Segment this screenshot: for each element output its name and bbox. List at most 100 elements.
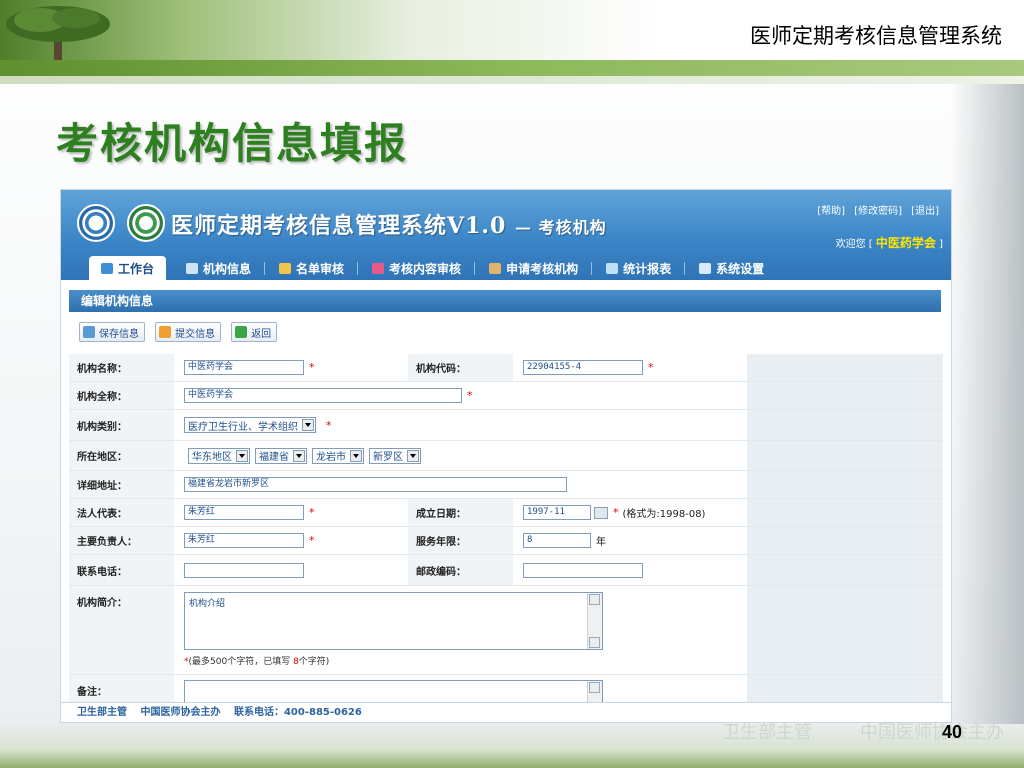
category-label: 机构类别：: [69, 410, 174, 440]
welcome-user: 中医药学会: [875, 236, 936, 250]
submit-button[interactable]: 提交信息: [155, 322, 222, 342]
app-subtitle: — 考核机构: [515, 218, 607, 237]
address-input[interactable]: 福建省龙岩市新罗区: [184, 477, 567, 492]
address-cell: 福建省龙岩市新罗区: [174, 471, 747, 498]
top-links: [帮助] [修改密码] [退出]: [811, 202, 939, 217]
submit-icon: [159, 326, 172, 338]
intro-label: 机构简介：: [69, 586, 174, 674]
calendar-icon[interactable]: [594, 506, 608, 519]
scroll-down-icon[interactable]: [589, 637, 600, 648]
statistics-icon: [606, 262, 619, 274]
required-mark: *: [613, 506, 619, 519]
principal-input[interactable]: 朱芳红: [184, 533, 304, 548]
org-code-input[interactable]: 22904155-4: [523, 360, 643, 375]
legal-rep-input[interactable]: 朱芳红: [184, 505, 304, 520]
side-panel: [747, 471, 943, 498]
app-screenshot: 医师定期考核信息管理系统V1.0 — 考核机构 [帮助] [修改密码] [退出]…: [60, 189, 952, 723]
scroll-up-icon[interactable]: [589, 594, 600, 605]
form-row: 主要负责人： 朱芳红 * 服务年限： 8 年: [69, 527, 943, 555]
form-row: 法人代表： 朱芳红 * 成立日期： 1997-11 * (格式为:1998-08…: [69, 499, 943, 527]
required-mark: *: [309, 534, 315, 547]
org-name-input[interactable]: 中医药学会: [184, 360, 304, 375]
form-row: 机构简介： 机构介绍 *(最多500个字符，已填写 8个字符): [69, 586, 943, 675]
help-link[interactable]: [帮助]: [817, 206, 845, 217]
footer-phone: 联系电话：400-885-0626: [233, 707, 362, 718]
dropdown-arrow-icon: [302, 419, 314, 431]
slide-system-title: 医师定期考核信息管理系统: [750, 24, 1002, 48]
region-label: 所在地区：: [69, 441, 174, 470]
welcome-suffix: ]: [939, 239, 943, 250]
dropdown-arrow-icon: [407, 449, 419, 462]
principal-label: 主要负责人：: [69, 527, 174, 554]
region-area-value: 华东地区: [192, 452, 232, 463]
dropdown-arrow-icon: [293, 449, 305, 462]
region-city-select[interactable]: 龙岩市: [312, 447, 364, 464]
side-panel: [747, 382, 943, 409]
tab-label: 机构信息: [203, 261, 252, 276]
org-name-cell: 中医药学会 *: [174, 354, 408, 381]
change-password-link[interactable]: [修改密码]: [854, 206, 902, 217]
intro-cell: 机构介绍 *(最多500个字符，已填写 8个字符): [174, 586, 747, 674]
region-province-select[interactable]: 福建省: [255, 447, 307, 464]
tab-statistics[interactable]: 统计报表: [592, 256, 686, 280]
tab-list-review[interactable]: 名单审核: [265, 256, 359, 280]
side-panel: [747, 499, 943, 526]
region-city-value: 龙岩市: [316, 452, 346, 463]
founded-label: 成立日期：: [408, 499, 513, 526]
phone-input[interactable]: [184, 562, 304, 578]
org-name-label: 机构名称：: [69, 354, 174, 381]
form-row: 联系电话： 邮政编码：: [69, 555, 943, 586]
legal-rep-label: 法人代表：: [69, 499, 174, 526]
tab-label: 名单审核: [296, 261, 345, 276]
list-review-icon: [279, 262, 292, 274]
postcode-label: 邮政编码：: [408, 555, 513, 585]
back-arrow-icon: [235, 326, 248, 338]
founded-format-hint: (格式为:1998-08): [622, 509, 706, 520]
logout-link[interactable]: [退出]: [911, 206, 939, 217]
workbench-icon: [101, 262, 113, 274]
form-row: 机构类别： 医疗卫生行业、学术组织 *: [69, 410, 943, 441]
footer-organizer: 中国医师协会主办: [140, 707, 221, 718]
welcome-prefix: 欢迎您 [: [835, 239, 873, 250]
app-header: 医师定期考核信息管理系统V1.0 — 考核机构 [帮助] [修改密码] [退出]…: [61, 190, 951, 280]
founded-input[interactable]: 1997-11: [523, 505, 591, 520]
required-mark: *: [326, 418, 332, 432]
service-years-unit: 年: [596, 537, 606, 548]
region-cell: 华东地区 福建省 龙岩市 新罗区: [174, 441, 747, 470]
scroll-up-icon[interactable]: [589, 682, 600, 693]
save-icon: [83, 326, 95, 338]
tree-icon: [6, 6, 110, 62]
main-nav: 工作台 机构信息 名单审核 考核内容审核 申请考核机构 统计报表 系统设置: [89, 256, 951, 280]
region-district-select[interactable]: 新罗区: [369, 447, 421, 464]
postcode-input[interactable]: [523, 562, 643, 578]
app-title: 医师定期考核信息管理系统V1.0 — 考核机构: [171, 208, 607, 240]
slide-heading: 考核机构信息填报: [56, 119, 409, 168]
org-code-cell: 22904155-4 *: [513, 354, 747, 381]
postcode-cell: [513, 555, 747, 585]
tab-content-review[interactable]: 考核内容审核: [358, 256, 476, 280]
tab-label: 系统设置: [716, 261, 765, 276]
category-value: 医疗卫生行业、学术组织: [188, 421, 298, 433]
tab-apply-org[interactable]: 申请考核机构: [475, 256, 593, 280]
footer-sponsor: 卫生部主管: [77, 707, 127, 718]
legal-rep-cell: 朱芳红 *: [174, 499, 408, 526]
form-row: 机构名称： 中医药学会 * 机构代码： 22904155-4 *: [69, 354, 943, 382]
service-years-cell: 8 年: [513, 527, 747, 554]
phone-label: 联系电话：: [69, 555, 174, 585]
tab-workbench[interactable]: 工作台: [89, 256, 167, 280]
founded-cell: 1997-11 * (格式为:1998-08): [513, 499, 747, 526]
required-mark: *: [648, 361, 654, 374]
service-years-input[interactable]: 8: [523, 533, 591, 548]
region-area-select[interactable]: 华东地区: [188, 447, 250, 464]
ministry-logo-icon: [77, 204, 115, 242]
back-button[interactable]: 返回: [231, 322, 278, 342]
form-row: 详细地址： 福建省龙岩市新罗区: [69, 471, 943, 499]
save-button[interactable]: 保存信息: [79, 322, 145, 342]
tab-settings[interactable]: 系统设置: [685, 256, 778, 280]
intro-textarea[interactable]: 机构介绍: [184, 592, 603, 650]
category-select[interactable]: 医疗卫生行业、学术组织: [184, 417, 316, 433]
tab-org-info[interactable]: 机构信息: [172, 256, 266, 280]
scrollbar[interactable]: [587, 593, 602, 649]
app-title-text: 医师定期考核信息管理系统V1.0: [171, 213, 507, 239]
full-name-input[interactable]: 中医药学会: [184, 388, 462, 403]
